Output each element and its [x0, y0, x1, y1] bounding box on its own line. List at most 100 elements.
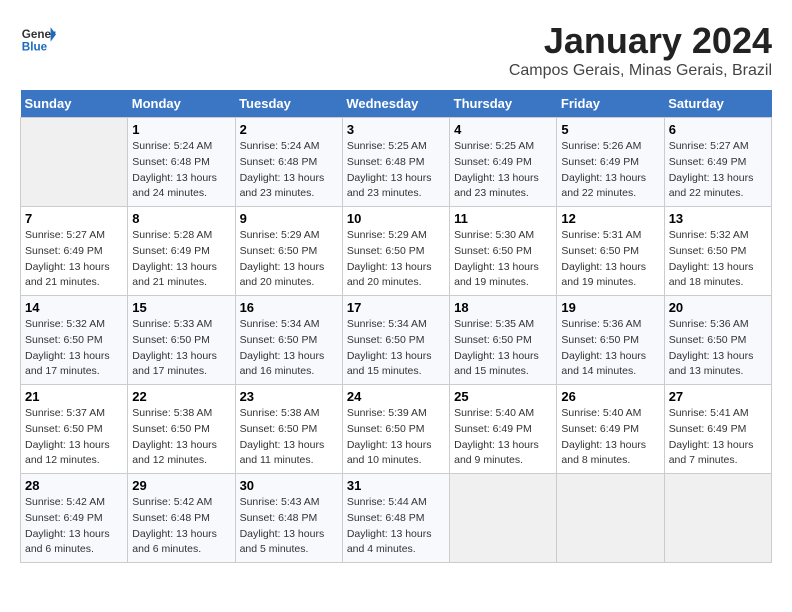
day-detail: Sunrise: 5:39 AM Sunset: 6:50 PM Dayligh…: [347, 406, 445, 469]
day-number: 18: [454, 300, 552, 315]
calendar-week-2: 7Sunrise: 5:27 AM Sunset: 6:49 PM Daylig…: [21, 207, 772, 296]
day-detail: Sunrise: 5:32 AM Sunset: 6:50 PM Dayligh…: [669, 228, 767, 291]
page-header: General Blue January 2024 Campos Gerais,…: [20, 20, 772, 80]
day-number: 3: [347, 122, 445, 137]
calendar-week-3: 14 Sunrise: 5:32 AM Sunset: 6:50 PM Dayli…: [21, 296, 772, 385]
day-detail: Sunrise: 5:35 AM Sunset: 6:50 PM Dayligh…: [454, 317, 552, 380]
header-sunday: Sunday: [21, 90, 128, 118]
header-saturday: Saturday: [664, 90, 771, 118]
header-tuesday: Tuesday: [235, 90, 342, 118]
calendar-cell: 2 Sunrise: 5:24 AM Sunset: 6:48 PM Daylig…: [235, 118, 342, 207]
day-detail: Sunrise: 5:34 AM Sunset: 6:50 PM Dayligh…: [347, 317, 445, 380]
calendar-cell: 24 Sunrise: 5:39 AM Sunset: 6:50 PM Dayli…: [342, 385, 449, 474]
day-detail: Sunrise: 5:34 AM Sunset: 6:50 PM Dayligh…: [240, 317, 338, 380]
day-number: 5: [561, 122, 659, 137]
day-detail: Sunrise: 5:25 AM Sunset: 6:48 PM Dayligh…: [347, 139, 445, 202]
day-detail: Sunrise: 5:37 AM Sunset: 6:50 PM Dayligh…: [25, 406, 123, 469]
calendar-cell: 3 Sunrise: 5:25 AM Sunset: 6:48 PM Daylig…: [342, 118, 449, 207]
day-detail: Sunrise: 5:36 AM Sunset: 6:50 PM Dayligh…: [561, 317, 659, 380]
day-detail: Sunrise: 5:25 AM Sunset: 6:49 PM Dayligh…: [454, 139, 552, 202]
calendar-cell: [21, 118, 128, 207]
title-block: January 2024 Campos Gerais, Minas Gerais…: [509, 20, 772, 80]
calendar-header: SundayMondayTuesdayWednesdayThursdayFrid…: [21, 90, 772, 118]
logo-icon: General Blue: [20, 20, 56, 56]
day-detail: Sunrise: 5:33 AM Sunset: 6:50 PM Dayligh…: [132, 317, 230, 380]
calendar-week-4: 21Sunrise: 5:37 AM Sunset: 6:50 PM Dayli…: [21, 385, 772, 474]
logo: General Blue: [20, 20, 56, 56]
day-detail: Sunrise: 5:40 AM Sunset: 6:49 PM Dayligh…: [561, 406, 659, 469]
calendar-cell: 9Sunrise: 5:29 AM Sunset: 6:50 PM Daylig…: [235, 207, 342, 296]
day-detail: Sunrise: 5:41 AM Sunset: 6:49 PM Dayligh…: [669, 406, 767, 469]
day-number: 28: [25, 478, 123, 493]
day-number: 16: [240, 300, 338, 315]
day-detail: Sunrise: 5:30 AM Sunset: 6:50 PM Dayligh…: [454, 228, 552, 291]
day-detail: Sunrise: 5:26 AM Sunset: 6:49 PM Dayligh…: [561, 139, 659, 202]
day-detail: Sunrise: 5:24 AM Sunset: 6:48 PM Dayligh…: [132, 139, 230, 202]
day-number: 12: [561, 211, 659, 226]
calendar-cell: 18 Sunrise: 5:35 AM Sunset: 6:50 PM Dayli…: [450, 296, 557, 385]
day-number: 17: [347, 300, 445, 315]
calendar-cell: 13 Sunrise: 5:32 AM Sunset: 6:50 PM Dayli…: [664, 207, 771, 296]
day-detail: Sunrise: 5:32 AM Sunset: 6:50 PM Dayligh…: [25, 317, 123, 380]
day-number: 31: [347, 478, 445, 493]
day-number: 27: [669, 389, 767, 404]
calendar-cell: 30 Sunrise: 5:43 AM Sunset: 6:48 PM Dayli…: [235, 474, 342, 563]
day-number: 1: [132, 122, 230, 137]
calendar-cell: [450, 474, 557, 563]
header-thursday: Thursday: [450, 90, 557, 118]
header-monday: Monday: [128, 90, 235, 118]
day-detail: Sunrise: 5:27 AM Sunset: 6:49 PM Dayligh…: [669, 139, 767, 202]
page-subtitle: Campos Gerais, Minas Gerais, Brazil: [509, 62, 772, 80]
day-number: 11: [454, 211, 552, 226]
calendar-cell: 15 Sunrise: 5:33 AM Sunset: 6:50 PM Dayli…: [128, 296, 235, 385]
day-detail: Sunrise: 5:42 AM Sunset: 6:48 PM Dayligh…: [132, 495, 230, 558]
day-detail: Sunrise: 5:38 AM Sunset: 6:50 PM Dayligh…: [132, 406, 230, 469]
calendar-cell: 16 Sunrise: 5:34 AM Sunset: 6:50 PM Dayli…: [235, 296, 342, 385]
calendar-cell: 21Sunrise: 5:37 AM Sunset: 6:50 PM Dayli…: [21, 385, 128, 474]
calendar-cell: 19 Sunrise: 5:36 AM Sunset: 6:50 PM Dayli…: [557, 296, 664, 385]
day-detail: Sunrise: 5:38 AM Sunset: 6:50 PM Dayligh…: [240, 406, 338, 469]
day-number: 23: [240, 389, 338, 404]
header-wednesday: Wednesday: [342, 90, 449, 118]
page-title: January 2024: [509, 20, 772, 62]
calendar-cell: [557, 474, 664, 563]
day-detail: Sunrise: 5:24 AM Sunset: 6:48 PM Dayligh…: [240, 139, 338, 202]
day-number: 24: [347, 389, 445, 404]
day-number: 30: [240, 478, 338, 493]
day-number: 14: [25, 300, 123, 315]
day-number: 13: [669, 211, 767, 226]
day-detail: Sunrise: 5:28 AM Sunset: 6:49 PM Dayligh…: [132, 228, 230, 291]
calendar-cell: 22 Sunrise: 5:38 AM Sunset: 6:50 PM Dayli…: [128, 385, 235, 474]
calendar-cell: 1 Sunrise: 5:24 AM Sunset: 6:48 PM Daylig…: [128, 118, 235, 207]
calendar-cell: [664, 474, 771, 563]
day-number: 8: [132, 211, 230, 226]
calendar-table: SundayMondayTuesdayWednesdayThursdayFrid…: [20, 90, 772, 563]
day-number: 2: [240, 122, 338, 137]
day-detail: Sunrise: 5:42 AM Sunset: 6:49 PM Dayligh…: [25, 495, 123, 558]
calendar-cell: 6 Sunrise: 5:27 AM Sunset: 6:49 PM Daylig…: [664, 118, 771, 207]
calendar-cell: 29 Sunrise: 5:42 AM Sunset: 6:48 PM Dayli…: [128, 474, 235, 563]
day-detail: Sunrise: 5:36 AM Sunset: 6:50 PM Dayligh…: [669, 317, 767, 380]
day-detail: Sunrise: 5:43 AM Sunset: 6:48 PM Dayligh…: [240, 495, 338, 558]
day-detail: Sunrise: 5:44 AM Sunset: 6:48 PM Dayligh…: [347, 495, 445, 558]
calendar-cell: 7Sunrise: 5:27 AM Sunset: 6:49 PM Daylig…: [21, 207, 128, 296]
day-number: 15: [132, 300, 230, 315]
calendar-cell: 12Sunrise: 5:31 AM Sunset: 6:50 PM Dayli…: [557, 207, 664, 296]
day-number: 25: [454, 389, 552, 404]
calendar-cell: 31 Sunrise: 5:44 AM Sunset: 6:48 PM Dayli…: [342, 474, 449, 563]
calendar-cell: 28 Sunrise: 5:42 AM Sunset: 6:49 PM Dayli…: [21, 474, 128, 563]
day-number: 19: [561, 300, 659, 315]
day-detail: Sunrise: 5:40 AM Sunset: 6:49 PM Dayligh…: [454, 406, 552, 469]
day-number: 22: [132, 389, 230, 404]
svg-text:Blue: Blue: [22, 41, 48, 54]
calendar-week-5: 28 Sunrise: 5:42 AM Sunset: 6:49 PM Dayli…: [21, 474, 772, 563]
day-number: 29: [132, 478, 230, 493]
calendar-cell: 4Sunrise: 5:25 AM Sunset: 6:49 PM Daylig…: [450, 118, 557, 207]
calendar-week-1: 1 Sunrise: 5:24 AM Sunset: 6:48 PM Daylig…: [21, 118, 772, 207]
day-detail: Sunrise: 5:29 AM Sunset: 6:50 PM Dayligh…: [240, 228, 338, 291]
day-number: 26: [561, 389, 659, 404]
day-number: 6: [669, 122, 767, 137]
day-number: 7: [25, 211, 123, 226]
calendar-cell: 5 Sunrise: 5:26 AM Sunset: 6:49 PM Daylig…: [557, 118, 664, 207]
calendar-cell: 14 Sunrise: 5:32 AM Sunset: 6:50 PM Dayli…: [21, 296, 128, 385]
